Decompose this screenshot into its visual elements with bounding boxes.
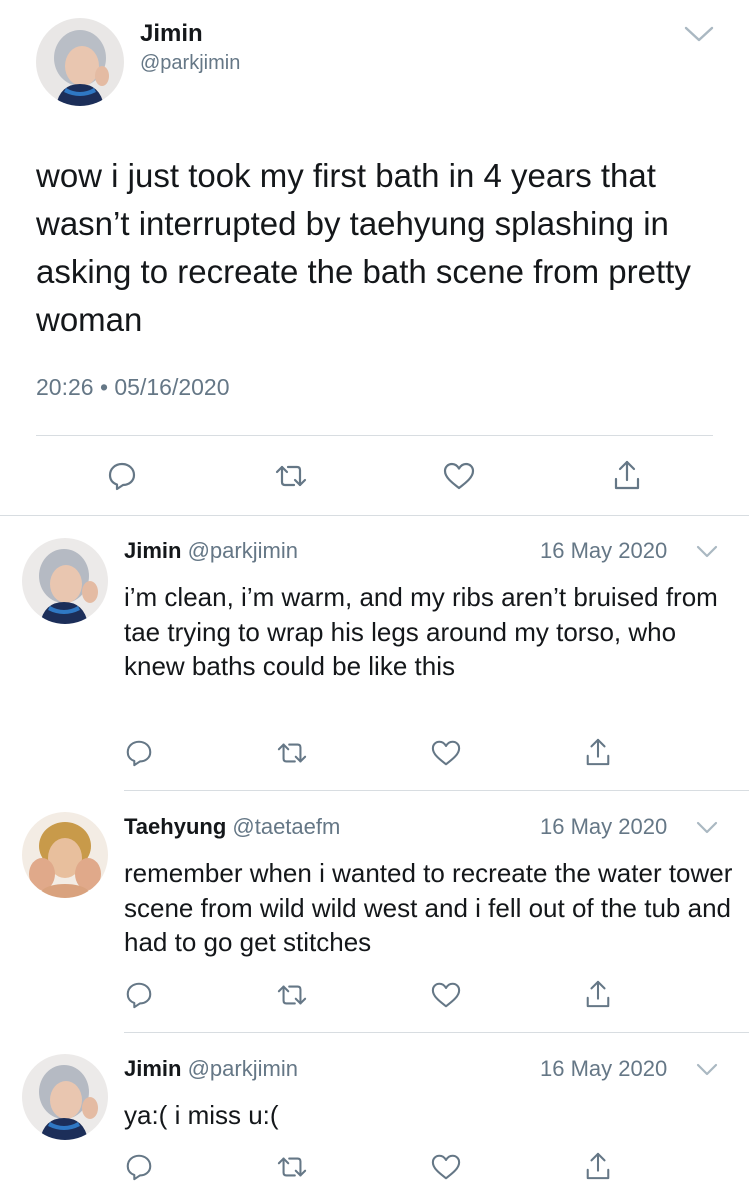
divider	[124, 1032, 749, 1033]
retweet-icon[interactable]	[276, 1152, 308, 1182]
reply-icon[interactable]	[124, 1152, 154, 1182]
handle[interactable]: @parkjimin	[140, 52, 240, 75]
display-name[interactable]: Jimin	[124, 538, 181, 563]
reply-date[interactable]: 16 May 2020	[540, 814, 667, 840]
reply-icon[interactable]	[124, 738, 154, 768]
reply-icon[interactable]	[124, 980, 154, 1010]
display-name[interactable]: Jimin	[140, 20, 203, 48]
retweet-icon[interactable]	[276, 980, 308, 1010]
tweet-text: wow i just took my first bath in 4 years…	[36, 157, 691, 338]
share-icon[interactable]	[584, 1150, 612, 1182]
retweet-icon[interactable]	[276, 738, 308, 768]
share-icon[interactable]	[612, 458, 642, 492]
like-icon[interactable]	[442, 460, 476, 492]
reply-header: Jimin @parkjimin	[124, 538, 298, 564]
reply-header: Jimin @parkjimin	[124, 1056, 298, 1082]
chevron-down-icon[interactable]	[696, 1062, 718, 1078]
divider	[0, 515, 749, 516]
like-icon[interactable]	[430, 738, 462, 768]
reply-text: ya:( i miss u:(	[124, 1100, 279, 1130]
handle[interactable]: @taetaefm	[232, 814, 340, 839]
tweet-timestamp: 20:26 • 05/16/2020	[36, 374, 230, 400]
retweet-icon[interactable]	[274, 460, 308, 492]
like-icon[interactable]	[430, 1152, 462, 1182]
divider	[36, 435, 713, 436]
display-name[interactable]: Jimin	[124, 1056, 181, 1081]
display-name[interactable]: Taehyung	[124, 814, 226, 839]
reply-date[interactable]: 16 May 2020	[540, 538, 667, 564]
avatar-jimin[interactable]	[22, 1054, 108, 1140]
share-icon[interactable]	[584, 736, 612, 768]
reply-header: Taehyung @taetaefm	[124, 814, 340, 840]
avatar-jimin[interactable]	[36, 18, 124, 106]
avatar-taehyung[interactable]	[22, 812, 108, 898]
divider	[124, 790, 749, 791]
reply-icon[interactable]	[106, 460, 138, 492]
reply-text: i’m clean, i’m warm, and my ribs aren’t …	[124, 582, 718, 681]
avatar-jimin[interactable]	[22, 538, 108, 624]
chevron-down-icon[interactable]	[696, 820, 718, 836]
reply-text: remember when i wanted to recreate the w…	[124, 858, 733, 957]
handle[interactable]: @parkjimin	[188, 538, 298, 563]
reply-date[interactable]: 16 May 2020	[540, 1056, 667, 1082]
chevron-down-icon[interactable]	[696, 544, 718, 560]
like-icon[interactable]	[430, 980, 462, 1010]
chevron-down-icon[interactable]	[684, 24, 714, 44]
share-icon[interactable]	[584, 978, 612, 1010]
handle[interactable]: @parkjimin	[188, 1056, 298, 1081]
